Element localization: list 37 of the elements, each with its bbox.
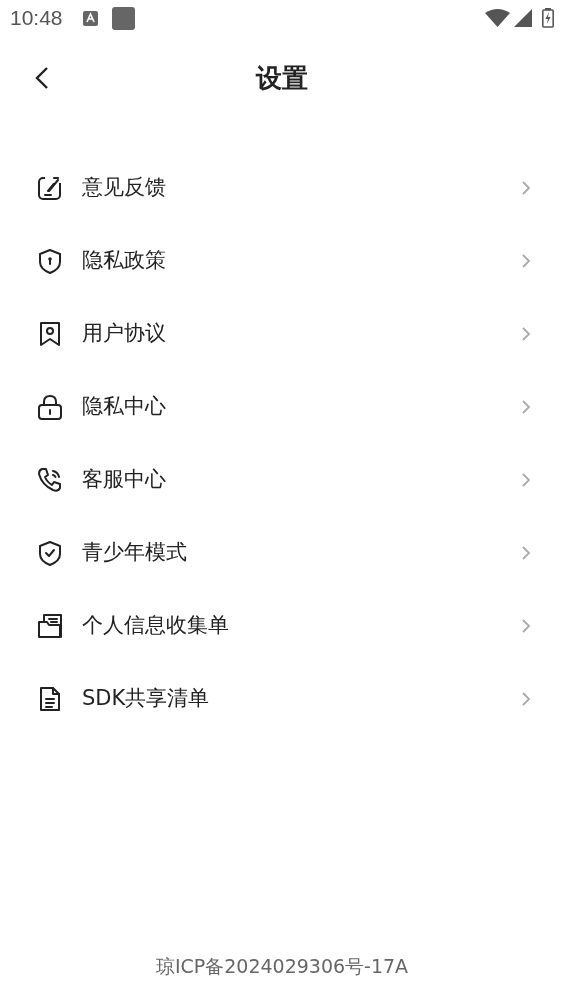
keyboard-icon (82, 9, 98, 27)
chevron-icon (520, 324, 532, 343)
row-label: 青少年模式 (82, 538, 187, 566)
wifi-icon (485, 9, 510, 27)
row-label: 隐私政策 (82, 246, 166, 274)
row-label: 意见反馈 (82, 173, 166, 201)
settings-row[interactable]: 隐私政策 (0, 224, 564, 297)
settings-row[interactable]: 客服中心 (0, 443, 564, 516)
status-time: 10:48 (10, 5, 63, 32)
chevron-icon (520, 178, 532, 197)
chevron-icon (520, 543, 532, 562)
chevron-icon (520, 689, 532, 708)
chevron-icon (520, 397, 532, 416)
settings-row[interactable]: 意见反馈 (0, 151, 564, 224)
phone-icon (36, 465, 64, 494)
shield-check-icon (36, 538, 64, 567)
folder-icon (36, 611, 64, 640)
row-label: 隐私中心 (82, 392, 166, 420)
lock-icon (36, 392, 64, 421)
settings-row[interactable]: SDK共享清单 (0, 662, 564, 735)
settings-row[interactable]: 用户协议 (0, 297, 564, 370)
row-label: 客服中心 (82, 465, 166, 493)
settings-row[interactable]: 隐私中心 (0, 370, 564, 443)
icp-license-text: 琼ICP备2024029306号-17A (155, 954, 409, 977)
app-icon (111, 6, 135, 30)
chevron-icon (520, 616, 532, 635)
battery-icon (542, 8, 554, 28)
settings-row[interactable]: 青少年模式 (0, 516, 564, 589)
row-label: SDK共享清单 (82, 684, 210, 712)
shield-icon (36, 246, 64, 275)
row-label: 个人信息收集单 (82, 611, 229, 639)
row-label: 用户协议 (82, 319, 166, 347)
chevron-icon (520, 470, 532, 489)
page-title: 设置 (256, 61, 308, 95)
signal-icon (514, 9, 532, 27)
chevron-icon (520, 251, 532, 270)
settings-row[interactable]: 个人信息收集单 (0, 589, 564, 662)
